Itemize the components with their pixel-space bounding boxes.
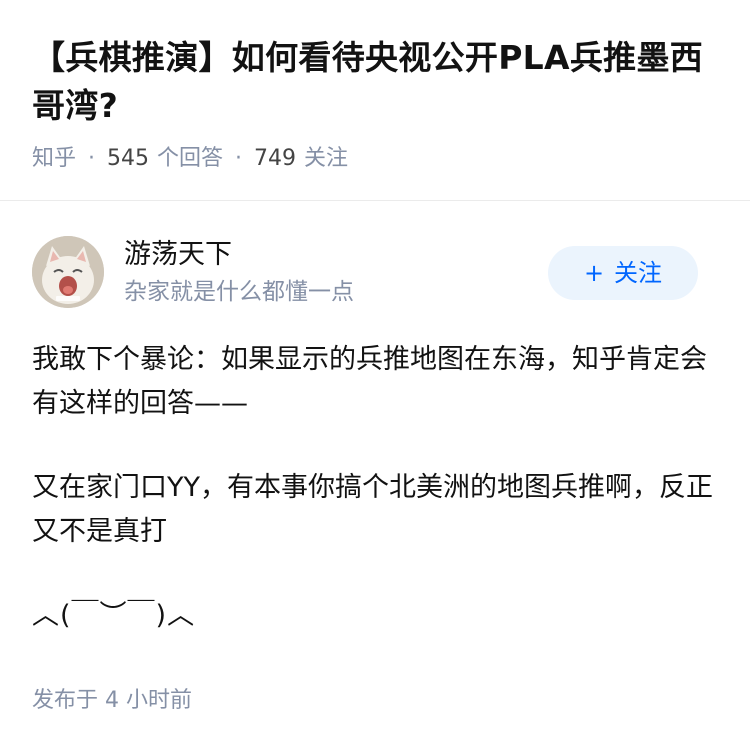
- follow-label: 关注: [614, 259, 663, 287]
- separator-dot: ·: [235, 146, 243, 171]
- author-row: 游荡天下 杂家就是什么都懂一点 + 关注: [32, 236, 718, 310]
- follower-count: 749: [254, 146, 297, 171]
- section-divider: [0, 200, 750, 201]
- answer-count: 545: [107, 146, 150, 171]
- question-header: 【兵棋推演】如何看待央视公开PLA兵推墨西哥湾? 知乎 · 545 个回答 · 749 关注: [0, 0, 750, 200]
- plus-icon: +: [583, 259, 605, 287]
- author-bio: 杂家就是什么都懂一点: [124, 279, 354, 305]
- follow-button[interactable]: + 关注: [548, 246, 698, 300]
- answer-paragraph: 我敢下个暴论：如果显示的兵推地图在东海，知乎肯定会有这样的回答——: [32, 344, 707, 419]
- avatar[interactable]: [32, 236, 104, 308]
- author-name[interactable]: 游荡天下: [124, 238, 232, 272]
- question-title[interactable]: 【兵棋推演】如何看待央视公开PLA兵推墨西哥湾?: [32, 34, 718, 130]
- publish-time: 发布于 4 小时前: [32, 688, 192, 713]
- cat-avatar-icon: [32, 236, 104, 308]
- question-meta: 知乎 · 545 个回答 · 749 关注: [32, 142, 348, 176]
- answer-body: 我敢下个暴论：如果显示的兵推地图在东海，知乎肯定会有这样的回答—— 又在家门口Y…: [32, 338, 718, 678]
- answer-paragraph: 又在家门口YY，有本事你搞个北美洲的地图兵推啊，反正又不是真打: [32, 472, 713, 547]
- follower-count-label: 关注: [304, 146, 349, 171]
- source-label[interactable]: 知乎: [32, 146, 76, 171]
- answer-emoticon: ︿(￣︶￣)︿: [32, 600, 196, 631]
- answer-count-label: 个回答: [157, 146, 224, 171]
- separator-dot: ·: [88, 146, 96, 171]
